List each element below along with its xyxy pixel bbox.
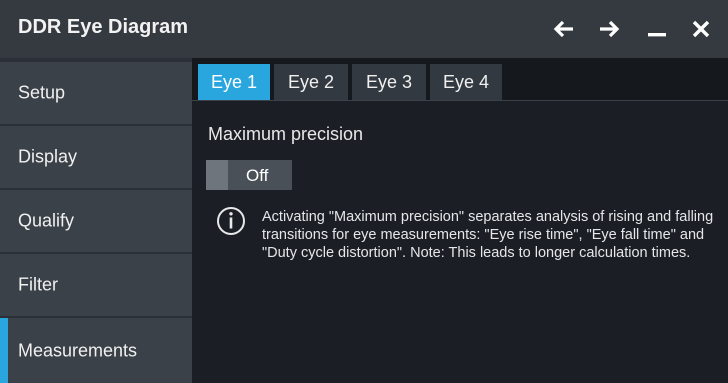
toggle-knob bbox=[206, 160, 228, 190]
sidebar-item-filter[interactable]: Filter bbox=[0, 254, 192, 316]
maximum-precision-label: Maximum precision bbox=[208, 124, 364, 144]
sidebar-item-label: Measurements bbox=[18, 340, 138, 360]
sidebar-item-qualify[interactable]: Qualify bbox=[0, 190, 192, 252]
forward-button[interactable] bbox=[592, 12, 626, 46]
sidebar-item-label: Display bbox=[18, 146, 78, 167]
tab-eye-3[interactable]: Eye 3 bbox=[352, 64, 426, 100]
content-panel: Eye 1 Eye 2 Eye 3 Eye 4 Maximum precisio… bbox=[192, 58, 728, 383]
active-indicator bbox=[0, 318, 8, 383]
maximum-precision-toggle[interactable]: Off bbox=[206, 160, 292, 190]
minimize-icon bbox=[648, 33, 666, 37]
sidebar-item-display[interactable]: Display bbox=[0, 126, 192, 188]
close-button[interactable] bbox=[684, 12, 718, 46]
sidebar-item-label: Filter bbox=[18, 274, 58, 295]
tab-eye-2[interactable]: Eye 2 bbox=[274, 64, 348, 100]
right-arrow-icon bbox=[600, 20, 620, 38]
info-icon bbox=[217, 207, 245, 235]
toggle-state: Off bbox=[246, 166, 269, 185]
close-icon bbox=[692, 20, 710, 38]
sidebar-item-measurements[interactable]: Measurements bbox=[0, 318, 192, 383]
left-arrow-icon bbox=[553, 20, 573, 38]
back-button[interactable] bbox=[547, 12, 581, 46]
sidebar-item-label: Qualify bbox=[18, 210, 75, 231]
minimize-button[interactable] bbox=[640, 12, 674, 46]
tab-eye-4[interactable]: Eye 4 bbox=[430, 64, 502, 100]
sidebar-item-setup[interactable]: Setup bbox=[0, 62, 192, 124]
window-title: DDR Eye Diagram bbox=[18, 16, 189, 38]
title-bar: DDR Eye Diagram bbox=[0, 0, 728, 58]
eye-tab-strip: Eye 1 Eye 2 Eye 3 Eye 4 bbox=[192, 58, 728, 101]
tab-eye-1[interactable]: Eye 1 bbox=[198, 64, 270, 100]
sidebar: Setup Display Qualify Filter Measurement… bbox=[0, 58, 192, 383]
sidebar-item-label: Setup bbox=[18, 82, 66, 103]
info-text: Activating "Maximum precision" separates… bbox=[262, 209, 714, 261]
